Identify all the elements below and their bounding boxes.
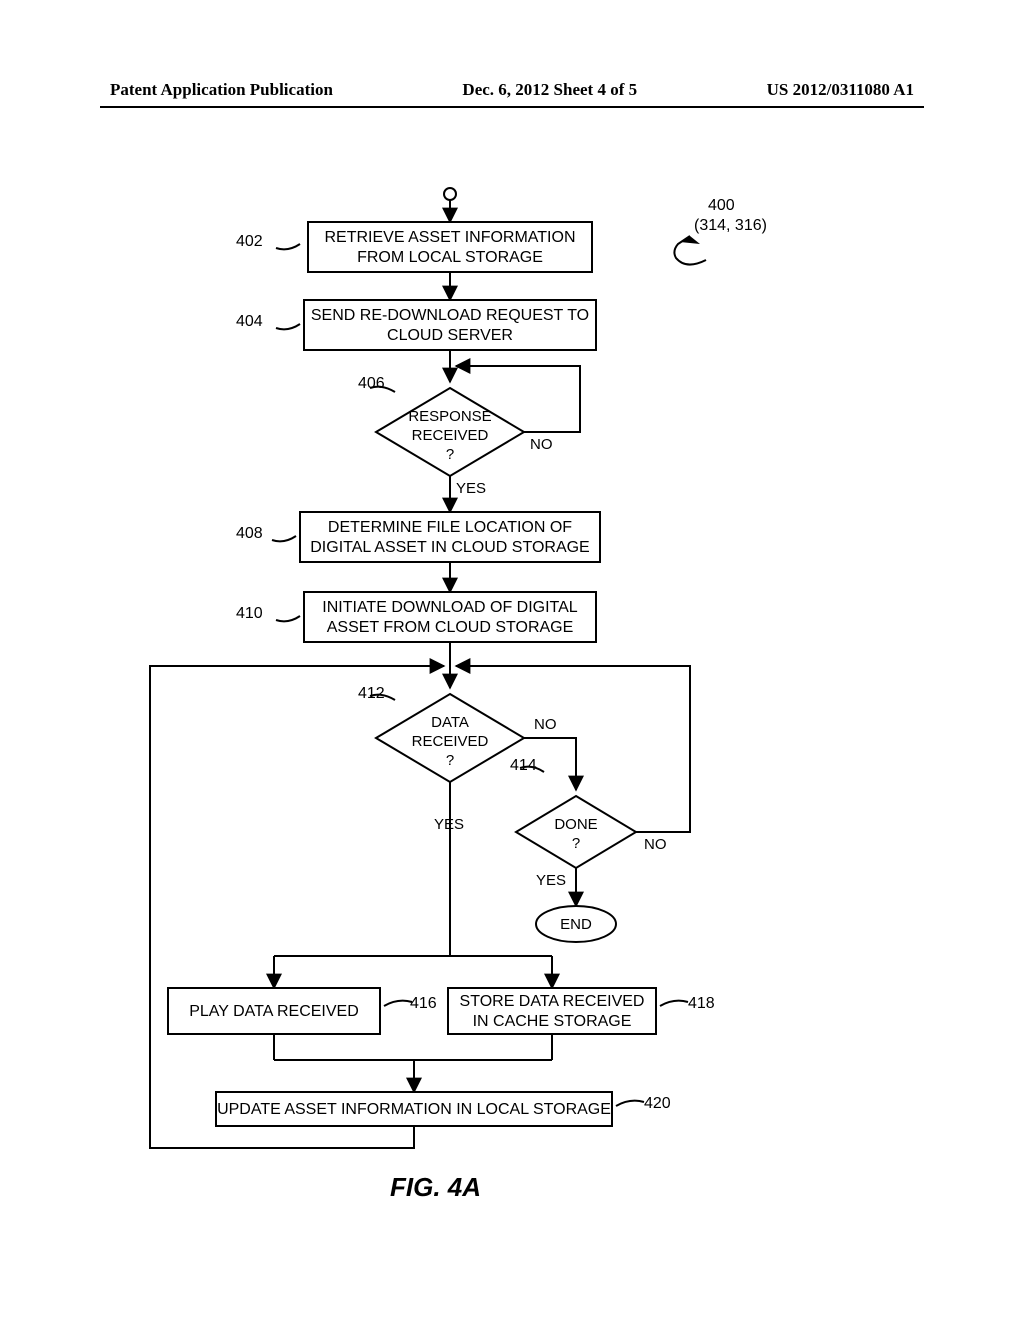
box-420: UPDATE ASSET INFORMATION IN LOCAL STORAG… [216, 1100, 612, 1120]
figure-caption: FIG. 4A [390, 1172, 481, 1203]
no-414: NO [644, 836, 667, 855]
yes-414: YES [536, 872, 566, 891]
ref-400: 400 [708, 196, 735, 216]
dec-412: DATA RECEIVED ? [398, 714, 502, 770]
box-418: STORE DATA RECEIVED IN CACHE STORAGE [448, 992, 656, 1032]
yes-412: YES [434, 816, 464, 835]
dec-406: RESPONSE RECEIVED ? [388, 408, 512, 464]
no-406: NO [530, 436, 553, 455]
ref-410: 410 [236, 604, 263, 624]
yes-406: YES [456, 480, 486, 499]
ref-404: 404 [236, 312, 263, 332]
ref-418: 418 [688, 994, 715, 1014]
ref-412: 412 [358, 684, 385, 704]
ref-416: 416 [410, 994, 437, 1014]
dec-414: DONE ? [534, 816, 618, 854]
box-402: RETRIEVE ASSET INFORMATION FROM LOCAL ST… [308, 228, 592, 268]
flowchart-svg [0, 0, 1024, 1320]
ref-402: 402 [236, 232, 263, 252]
ref-414: 414 [510, 756, 537, 776]
ref-400sub: (314, 316) [694, 216, 767, 236]
terminal-end: END [536, 916, 616, 935]
box-404: SEND RE-DOWNLOAD REQUEST TO CLOUD SERVER [304, 306, 596, 346]
box-408: DETERMINE FILE LOCATION OF DIGITAL ASSET… [300, 518, 600, 558]
ref-420: 420 [644, 1094, 671, 1114]
no-412: NO [534, 716, 557, 735]
box-416: PLAY DATA RECEIVED [168, 1002, 380, 1022]
box-410: INITIATE DOWNLOAD OF DIGITAL ASSET FROM … [304, 598, 596, 638]
ref-406: 406 [358, 374, 385, 394]
ref-408: 408 [236, 524, 263, 544]
